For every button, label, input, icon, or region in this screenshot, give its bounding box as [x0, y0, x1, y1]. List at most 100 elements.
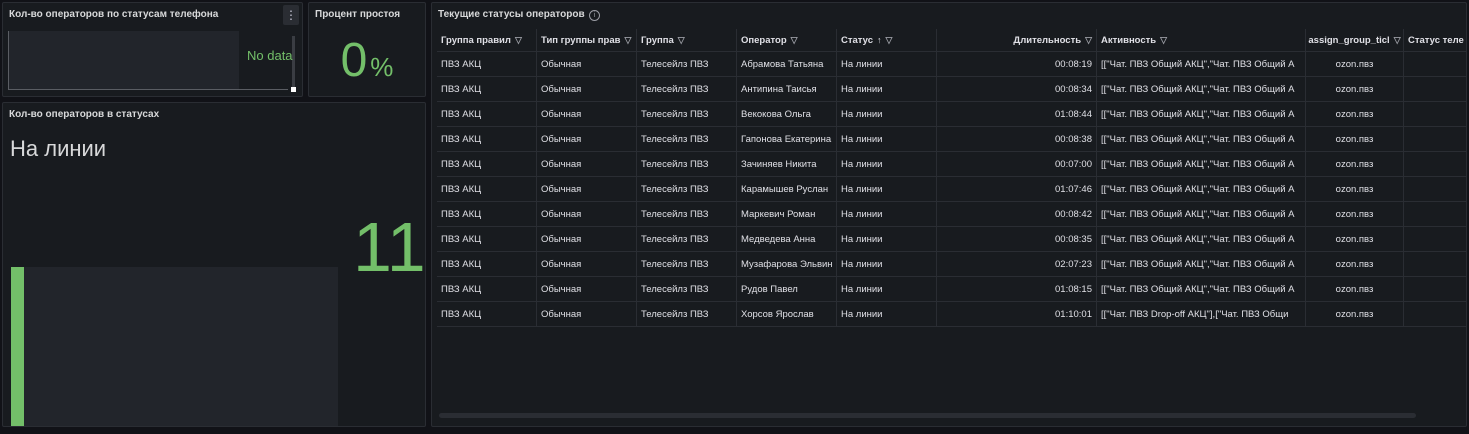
column-header[interactable]: Группа ▽	[637, 29, 737, 51]
table-row[interactable]: ПВЗ АКЦ Обычная Телесейлз ПВЗ Абрамова Тать…	[437, 52, 1466, 77]
bar-gauge-track	[11, 267, 338, 426]
table-cell: 01:08:44	[937, 102, 1097, 126]
table-cell: 00:08:19	[937, 52, 1097, 76]
table-cell: На линии	[837, 302, 937, 326]
table-row[interactable]: ПВЗ АКЦ Обычная Телесейлз ПВЗ Маркевич Рома…	[437, 202, 1466, 227]
table-row[interactable]: ПВЗ АКЦ Обычная Телесейлз ПВЗ Медведева Анн…	[437, 227, 1466, 252]
table-cell: На линии	[837, 52, 937, 76]
table-cell: Гапонова Екатерина	[737, 127, 837, 151]
table-cell: Карамышев Руслан	[737, 177, 837, 201]
panel-title: Кол-во операторов по статусам телефона	[9, 9, 219, 20]
table-cell: [["Чат. ПВЗ Общий АКЦ","Чат. ПВЗ Общий А	[1097, 52, 1306, 76]
table-cell: ozon.пвз	[1306, 127, 1404, 151]
filter-icon[interactable]: ▽	[515, 35, 522, 46]
table-row[interactable]: ПВЗ АКЦ Обычная Телесейлз ПВЗ Музафарова Эл…	[437, 252, 1466, 277]
table-cell: Телесейлз ПВЗ	[637, 77, 737, 101]
panel-menu-button[interactable]: ⋮	[283, 5, 299, 25]
table-cell: Обычная	[537, 177, 637, 201]
table-cell: [["Чат. ПВЗ Общий АКЦ","Чат. ПВЗ Общий А	[1097, 102, 1306, 126]
table-row[interactable]: ПВЗ АКЦ Обычная Телесейлз ПВЗ Антипина Таис…	[437, 77, 1466, 102]
table-cell: 01:07:46	[937, 177, 1097, 201]
table-cell: Маркевич Роман	[737, 202, 837, 226]
column-header[interactable]: Группа правил ▽	[437, 29, 537, 51]
table-cell: На линии	[837, 127, 937, 151]
table-cell: ПВЗ АКЦ	[437, 127, 537, 151]
filter-icon[interactable]: ▽	[1394, 35, 1401, 46]
table-row[interactable]: ПВЗ АКЦ Обычная Телесейлз ПВЗ Векокова Ольг…	[437, 102, 1466, 127]
table-cell: На линии	[837, 202, 937, 226]
stat-value: 0	[340, 34, 368, 87]
table-cell: Обычная	[537, 52, 637, 76]
sparkline-area	[8, 31, 239, 89]
column-header[interactable]: Оператор ▽	[737, 29, 837, 51]
table-cell	[1404, 202, 1466, 226]
column-header[interactable]: Статус теле	[1404, 29, 1466, 51]
sort-ascending-icon[interactable]: ↑	[877, 35, 882, 45]
column-header[interactable]: Тип группы прав ▽	[537, 29, 637, 51]
column-header[interactable]: Длительность ▽	[937, 29, 1097, 51]
column-header-label: Длительность	[1013, 34, 1082, 46]
table-cell: На линии	[837, 177, 937, 201]
column-header[interactable]: Статус ↑ ▽	[837, 29, 937, 51]
operator-table: Группа правил ▽ Тип группы прав ▽ Группа ▽ Опе…	[437, 29, 1466, 327]
filter-icon[interactable]: ▽	[1085, 35, 1092, 46]
table-cell: Обычная	[537, 302, 637, 326]
table-cell: ozon.пвз	[1306, 77, 1404, 101]
info-icon[interactable]: i	[589, 10, 600, 21]
filter-icon[interactable]: ▽	[678, 35, 685, 46]
table-cell: Телесейлз ПВЗ	[637, 277, 737, 301]
filter-icon[interactable]: ▽	[1160, 35, 1167, 46]
table-cell	[1404, 277, 1466, 301]
table-cell: Обычная	[537, 127, 637, 151]
operator-status-table-panel: Текущие статусы операторов i Группа прав…	[431, 2, 1467, 427]
column-header[interactable]: Активность ▽	[1097, 29, 1306, 51]
table-cell: Обычная	[537, 202, 637, 226]
table-row[interactable]: ПВЗ АКЦ Обычная Телесейлз ПВЗ Зачиняев Ники…	[437, 152, 1466, 177]
table-cell: ozon.пвз	[1306, 102, 1404, 126]
table-row[interactable]: ПВЗ АКЦ Обычная Телесейлз ПВЗ Карамышев Рус…	[437, 177, 1466, 202]
table-cell: ПВЗ АКЦ	[437, 102, 537, 126]
table-cell: ПВЗ АКЦ	[437, 277, 537, 301]
table-row[interactable]: ПВЗ АКЦ Обычная Телесейлз ПВЗ Хорсов Яросла…	[437, 302, 1466, 327]
table-cell: Зачиняев Никита	[737, 152, 837, 176]
filter-icon[interactable]: ▽	[624, 35, 631, 46]
column-header-label: Группа правил	[441, 34, 511, 46]
column-header[interactable]: assign_group_ticl ▽	[1306, 29, 1404, 51]
table-cell: ПВЗ АКЦ	[437, 252, 537, 276]
status-count-value: 11	[353, 208, 426, 286]
table-cell: [["Чат. ПВЗ Общий АКЦ","Чат. ПВЗ Общий А	[1097, 127, 1306, 151]
resize-handle[interactable]	[291, 87, 296, 92]
table-cell: Телесейлз ПВЗ	[637, 102, 737, 126]
table-row[interactable]: ПВЗ АКЦ Обычная Телесейлз ПВЗ Гапонова Екат…	[437, 127, 1466, 152]
table-header: Группа правил ▽ Тип группы прав ▽ Группа ▽ Опе…	[437, 29, 1466, 52]
table-cell: На линии	[837, 277, 937, 301]
stat-unit: %	[370, 52, 394, 82]
table-cell	[1404, 227, 1466, 251]
table-cell: ПВЗ АКЦ	[437, 177, 537, 201]
table-cell: [["Чат. ПВЗ Общий АКЦ","Чат. ПВЗ Общий А	[1097, 252, 1306, 276]
table-cell: ozon.пвз	[1306, 177, 1404, 201]
bar-gauge-fill	[11, 267, 24, 426]
table-cell	[1404, 302, 1466, 326]
table-cell: Обычная	[537, 77, 637, 101]
table-cell: ozon.пвз	[1306, 52, 1404, 76]
horizontal-scrollbar[interactable]	[439, 413, 1416, 418]
column-header-label: assign_group_ticl	[1308, 34, 1390, 46]
column-header-label: Статус	[841, 34, 874, 46]
filter-icon[interactable]: ▽	[791, 35, 798, 46]
table-cell: 00:08:35	[937, 227, 1097, 251]
filter-icon[interactable]: ▽	[886, 35, 893, 46]
table-cell: 01:08:15	[937, 277, 1097, 301]
table-cell: ПВЗ АКЦ	[437, 302, 537, 326]
panel-title: Текущие статусы операторов	[438, 9, 585, 20]
table-cell: [["Чат. ПВЗ Общий АКЦ","Чат. ПВЗ Общий А	[1097, 77, 1306, 101]
table-cell: [["Чат. ПВЗ Общий АКЦ","Чат. ПВЗ Общий А	[1097, 277, 1306, 301]
vertical-scrollbar[interactable]	[292, 36, 295, 90]
table-cell: ПВЗ АКЦ	[437, 52, 537, 76]
table-cell: ozon.пвз	[1306, 227, 1404, 251]
table-cell: На линии	[837, 102, 937, 126]
x-axis-line	[8, 89, 288, 90]
table-row[interactable]: ПВЗ АКЦ Обычная Телесейлз ПВЗ Рудов Павел На…	[437, 277, 1466, 302]
table-cell	[1404, 252, 1466, 276]
no-data-label: No data	[247, 48, 293, 63]
